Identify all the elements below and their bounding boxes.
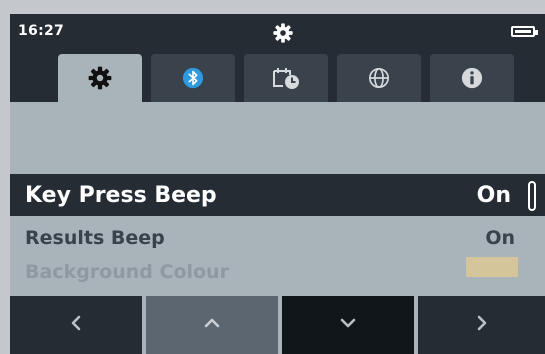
softkey-up-button[interactable] xyxy=(146,296,278,354)
bluetooth-icon xyxy=(182,67,204,89)
setting-label: Background Colour xyxy=(25,261,229,283)
tab-strip xyxy=(10,50,545,102)
setting-row-background-colour[interactable]: Background Colour xyxy=(10,255,545,289)
tab-general-settings[interactable] xyxy=(58,54,142,102)
status-bar: 16:27 xyxy=(10,14,545,50)
globe-icon xyxy=(368,67,390,89)
setting-value: On xyxy=(476,182,511,208)
setting-row-results-beep[interactable]: Results Beep On xyxy=(10,221,545,255)
tab-information[interactable] xyxy=(430,54,514,102)
battery-icon xyxy=(511,26,538,37)
tab-language-region[interactable] xyxy=(337,54,421,102)
info-icon xyxy=(461,67,483,89)
gear-icon xyxy=(87,65,113,91)
calendar-clock-icon xyxy=(271,66,301,90)
setting-row-key-press-beep[interactable]: Key Press Beep On xyxy=(10,174,545,216)
chevron-down-icon xyxy=(338,313,358,337)
chevron-left-icon xyxy=(66,313,86,337)
gear-icon xyxy=(272,22,294,44)
tab-bluetooth[interactable] xyxy=(151,54,235,102)
softkey-left-button[interactable] xyxy=(10,296,142,354)
tab-date-time[interactable] xyxy=(244,54,328,102)
chevron-up-icon xyxy=(202,313,222,337)
device-screen: 16:27 Key Press Beep On Results Beep On … xyxy=(10,14,545,354)
softkey-bar xyxy=(10,296,545,354)
background-colour-swatch xyxy=(466,257,518,277)
softkey-right-button[interactable] xyxy=(418,296,545,354)
setting-value: On xyxy=(485,227,515,249)
scrollbar-thumb[interactable] xyxy=(528,181,536,211)
setting-label: Key Press Beep xyxy=(25,182,217,208)
chevron-right-icon xyxy=(472,313,492,337)
clock-time: 16:27 xyxy=(18,23,65,39)
softkey-down-button[interactable] xyxy=(282,296,414,354)
setting-label: Results Beep xyxy=(25,227,165,249)
